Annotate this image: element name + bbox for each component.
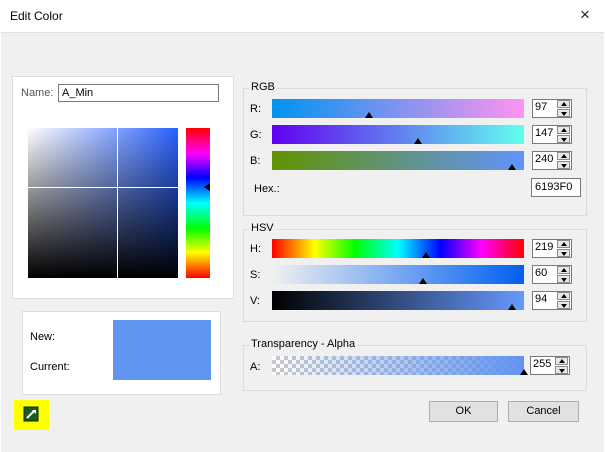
b-slider-thumb[interactable]: [508, 164, 516, 170]
a-value: 255: [533, 358, 552, 370]
name-input-value: A_Min: [62, 87, 94, 99]
g-value: 147: [535, 127, 554, 139]
b-slider[interactable]: [272, 151, 524, 170]
a-increment-button[interactable]: [555, 357, 568, 365]
r-slider-thumb[interactable]: [365, 112, 373, 118]
s-decrement-button[interactable]: [557, 275, 570, 283]
r-increment-button[interactable]: [557, 100, 570, 108]
h-slider-thumb[interactable]: [422, 252, 430, 258]
title-bar: Edit Color ×: [0, 0, 605, 32]
v-slider-thumb[interactable]: [508, 304, 516, 310]
new-color-label: New:: [30, 331, 56, 343]
h-label: H:: [250, 243, 261, 255]
r-slider[interactable]: [272, 99, 524, 118]
v-increment-button[interactable]: [557, 292, 570, 300]
s-spinbox[interactable]: 60: [532, 265, 572, 284]
a-slider-thumb[interactable]: [520, 369, 528, 375]
r-label: R:: [250, 103, 261, 115]
ok-button[interactable]: OK: [429, 401, 498, 422]
a-spinbox[interactable]: 255: [530, 356, 570, 375]
hue-strip[interactable]: [186, 128, 210, 278]
new-color-swatch: [113, 320, 211, 350]
g-spinbox[interactable]: 147: [532, 125, 572, 144]
crosshair-vertical: [117, 128, 118, 278]
hex-input[interactable]: 6193F0: [531, 178, 581, 197]
v-spinbox[interactable]: 94: [532, 291, 572, 310]
g-slider[interactable]: [272, 125, 524, 144]
current-color-label: Current:: [30, 361, 70, 373]
b-increment-button[interactable]: [557, 152, 570, 160]
current-color-swatch: [113, 350, 211, 380]
s-increment-button[interactable]: [557, 266, 570, 274]
crosshair-horizontal: [28, 187, 178, 188]
rgb-legend: RGB: [249, 81, 277, 93]
s-value: 60: [535, 267, 548, 279]
window-title: Edit Color: [10, 9, 63, 23]
hsv-legend: HSV: [249, 222, 276, 234]
r-decrement-button[interactable]: [557, 109, 570, 117]
saturation-value-field[interactable]: [28, 128, 178, 278]
b-value: 240: [535, 153, 554, 165]
s-slider[interactable]: [272, 265, 524, 284]
hex-label: Hex.:: [254, 183, 280, 195]
v-label: V:: [250, 295, 260, 307]
a-decrement-button[interactable]: [555, 366, 568, 374]
hue-strip-thumb[interactable]: [204, 183, 210, 191]
b-label: B:: [250, 155, 261, 167]
eyedropper-icon: [23, 406, 39, 422]
r-value: 97: [535, 101, 548, 113]
v-value: 94: [535, 293, 548, 305]
alpha-legend: Transparency - Alpha: [249, 338, 358, 350]
h-slider[interactable]: [272, 239, 524, 258]
name-label: Name:: [21, 87, 54, 99]
cancel-button[interactable]: Cancel: [508, 401, 579, 422]
name-input[interactable]: A_Min: [58, 84, 219, 102]
a-slider[interactable]: [272, 356, 528, 375]
hex-value: 6193F0: [535, 181, 573, 193]
v-slider[interactable]: [272, 291, 524, 310]
h-increment-button[interactable]: [557, 240, 570, 248]
v-decrement-button[interactable]: [557, 301, 570, 309]
h-decrement-button[interactable]: [557, 249, 570, 257]
h-value: 219: [535, 241, 554, 253]
g-decrement-button[interactable]: [557, 135, 570, 143]
b-decrement-button[interactable]: [557, 161, 570, 169]
g-increment-button[interactable]: [557, 126, 570, 134]
eyedropper-button[interactable]: [14, 400, 49, 430]
h-spinbox[interactable]: 219: [532, 239, 572, 258]
s-label: S:: [250, 269, 261, 281]
r-spinbox[interactable]: 97: [532, 99, 572, 118]
b-spinbox[interactable]: 240: [532, 151, 572, 170]
s-slider-thumb[interactable]: [419, 278, 427, 284]
close-button[interactable]: ×: [570, 2, 600, 28]
a-label: A:: [250, 361, 261, 373]
g-label: G:: [250, 129, 262, 141]
g-slider-thumb[interactable]: [414, 138, 422, 144]
